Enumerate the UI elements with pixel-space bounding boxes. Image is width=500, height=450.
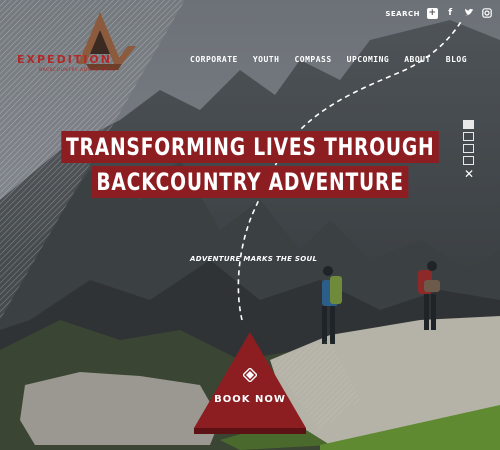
nav-item-about[interactable]: ABOUT [404, 55, 431, 64]
slide-dot-2[interactable] [463, 132, 474, 141]
slide-dot-4[interactable] [463, 156, 474, 165]
slide-pager: ✕ [463, 120, 475, 182]
instagram-icon[interactable] [481, 8, 492, 19]
book-now-label: BOOK NOW [214, 394, 286, 405]
nav-item-corporate[interactable]: CORPORATE [190, 55, 238, 64]
brand-name: EXPEDITION [17, 53, 112, 66]
hero-tagline: ADVENTURE MARKS THE SOUL [190, 255, 318, 263]
nav-item-blog[interactable]: BLOG [446, 55, 467, 64]
headline-line-1: TRANSFORMING LIVES THROUGH [61, 131, 439, 163]
hero-headline: TRANSFORMING LIVES THROUGH BACKCOUNTRY A… [0, 131, 500, 198]
brand-tagline: BACKCOUNTRY ADVENTURES [39, 68, 116, 73]
facebook-icon[interactable]: f [445, 8, 456, 19]
nav-item-compass[interactable]: COMPASS [294, 55, 331, 64]
search-link[interactable]: SEARCH [385, 10, 420, 18]
main-nav: CORPORATE YOUTH COMPASS UPCOMING ABOUT B… [190, 55, 467, 64]
headline-line-2: BACKCOUNTRY ADVENTURE [91, 166, 409, 198]
close-icon[interactable]: ✕ [463, 168, 475, 182]
slide-dot-3[interactable] [463, 144, 474, 153]
twitter-icon[interactable] [463, 8, 474, 19]
nav-item-upcoming[interactable]: UPCOMING [347, 55, 390, 64]
slide-dot-1[interactable] [463, 120, 474, 129]
plus-icon[interactable]: + [427, 8, 438, 19]
book-now-triangle [194, 332, 306, 434]
brand-logo[interactable]: EXPEDITION BACKCOUNTRY ADVENTURES [14, 12, 139, 82]
compass-icon [243, 368, 257, 382]
book-now-button[interactable]: BOOK NOW [194, 332, 306, 434]
nav-item-youth[interactable]: YOUTH [253, 55, 280, 64]
utility-bar: SEARCH + f [385, 8, 492, 19]
